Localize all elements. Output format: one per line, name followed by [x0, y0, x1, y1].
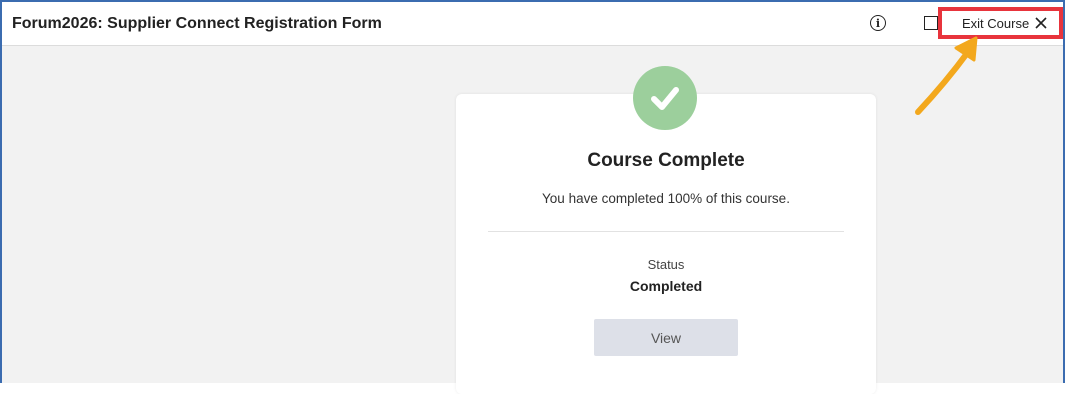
square-icon[interactable]	[924, 16, 938, 30]
check-icon	[633, 66, 697, 130]
close-icon	[1035, 17, 1047, 29]
course-title: Forum2026: Supplier Connect Registration…	[12, 15, 382, 32]
completion-card: Course Complete You have completed 100% …	[456, 94, 876, 394]
exit-course-label: Exit Course	[962, 15, 1030, 31]
card-divider	[488, 231, 844, 232]
completion-message: You have completed 100% of this course.	[542, 191, 790, 206]
completion-title: Course Complete	[587, 150, 745, 171]
view-button[interactable]: View	[594, 319, 738, 356]
info-icon[interactable]: i	[870, 15, 886, 31]
status-value: Completed	[629, 278, 703, 294]
top-bar: Forum2026: Supplier Connect Registration…	[2, 2, 1063, 46]
exit-course-button[interactable]: Exit Course	[962, 13, 1047, 33]
status-label: Status	[647, 257, 685, 272]
